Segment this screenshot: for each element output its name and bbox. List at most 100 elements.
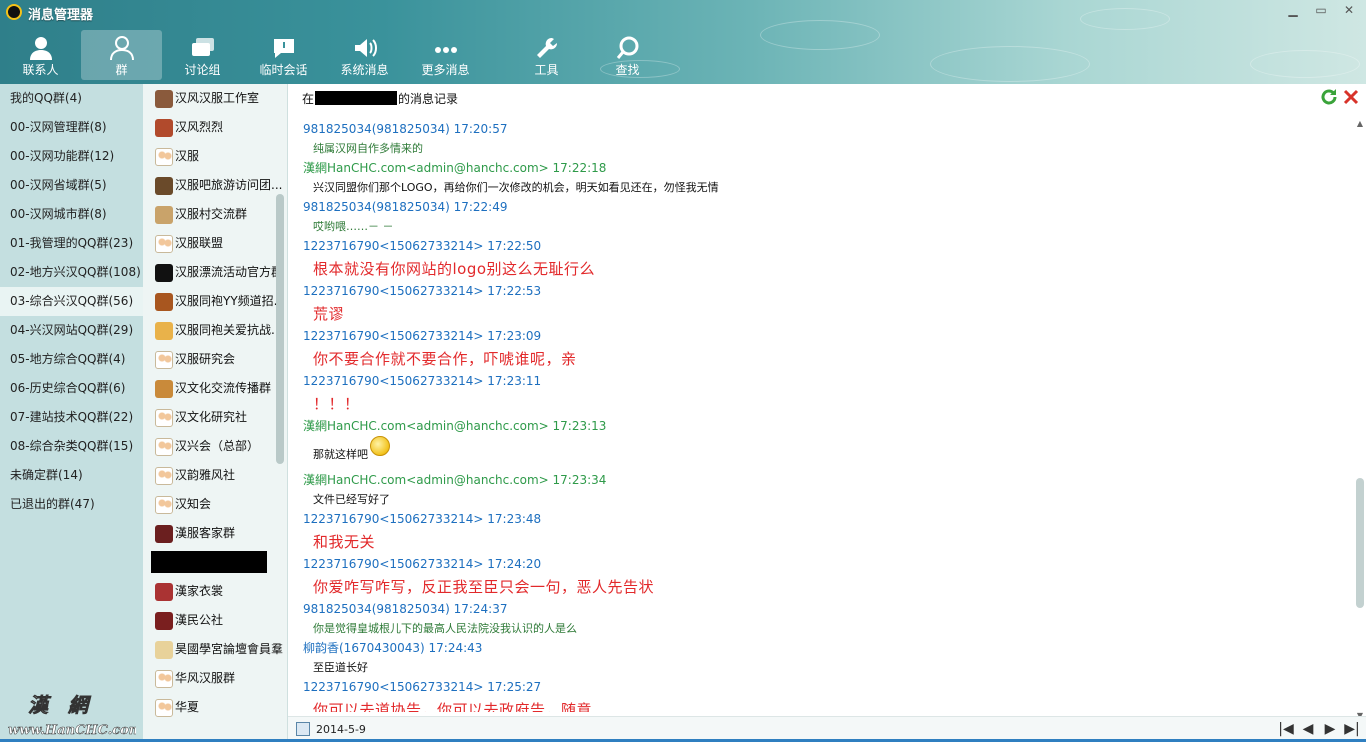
message-text: 兴汉同盟你们那个LOGO，再给你们一次修改的机会，明天如看见还在，勿怪我无情 [313, 181, 719, 194]
folder-item[interactable]: 04-兴汉网站QQ群(29) [0, 316, 143, 345]
history-date[interactable]: 2014-5-9 [316, 723, 366, 736]
group-avatar-icon [155, 438, 173, 456]
group-item[interactable]: 汉风烈烈 [143, 113, 287, 142]
message-body: 根本就没有你网站的logo别这么无耻行么 [303, 256, 1343, 282]
group-item[interactable]: 汉文化研究社 [143, 403, 287, 432]
first-page-button[interactable]: |◀ [1278, 719, 1294, 739]
group-item[interactable]: 汉服吧旅游访问团... [143, 171, 287, 200]
folder-item[interactable]: 01-我管理的QQ群(23) [0, 229, 143, 258]
folder-item[interactable]: 05-地方综合QQ群(4) [0, 345, 143, 374]
message-list: 981825034(981825034) 17:20:57 纯属汉网自作多情来的漢… [303, 120, 1343, 712]
close-history-icon[interactable] [1342, 88, 1360, 106]
group-list-scrollbar[interactable] [276, 194, 284, 464]
scroll-up-arrow-icon[interactable]: ▲ [1356, 120, 1364, 128]
group-avatar-icon [155, 496, 173, 514]
qq-penguin-icon [6, 4, 22, 20]
folder-list: 我的QQ群(4) 00-汉网管理群(8) 00-汉网功能群(12) 00-汉网省域群(… [0, 84, 143, 742]
group-name: 汉知会 [175, 497, 212, 511]
group-item[interactable]: 汉兴会（总部） [143, 432, 287, 461]
group-list: 汉风汉服工作室 汉风烈烈 汉服汉服吧旅游访问团... 汉服村交流群 汉服联盟 汉服漂流活动… [143, 84, 288, 742]
svg-text:漢 網: 漢 網 [28, 693, 92, 717]
message-text: 和我无关 [313, 533, 376, 551]
group-name: 华风汉服群 [175, 671, 236, 685]
group-name: 汉服同袍YY频道招... [175, 294, 286, 308]
system-message-icon [355, 39, 377, 57]
chat-scrollbar[interactable]: ▲ ▼ [1356, 120, 1364, 720]
group-item[interactable]: 汉文化交流传播群 [143, 374, 287, 403]
message-text: 纯属汉网自作多情来的 [313, 142, 423, 155]
redaction-bar [315, 91, 398, 105]
group-avatar-icon [155, 380, 173, 398]
group-avatar-icon [155, 583, 173, 601]
tab-contacts[interactable]: 联系人 [0, 30, 81, 80]
discussion-icon [192, 38, 214, 56]
scroll-thumb[interactable] [1356, 478, 1364, 608]
group-item[interactable]: 漢服客家群 [143, 519, 287, 548]
folder-item[interactable]: 我的QQ群(4) [0, 84, 143, 113]
group-name: 汉服吧旅游访问团... [175, 178, 283, 192]
message-header: 981825034(981825034) 17:24:37 [303, 602, 508, 616]
tab-temp-chat[interactable]: 临时会话 [243, 30, 324, 80]
tab-groups[interactable]: 群 [81, 30, 162, 80]
tab-discussion[interactable]: 讨论组 [162, 30, 243, 80]
folder-item[interactable]: 00-汉网城市群(8) [0, 200, 143, 229]
folder-item[interactable]: 06-历史综合QQ群(6) [0, 374, 143, 403]
calendar-icon[interactable] [296, 722, 310, 736]
tab-label: 系统消息 [340, 63, 389, 77]
group-item[interactable]: 汉服村交流群 [143, 200, 287, 229]
message-manager-window: 消息管理器 ▁ ▭ ✕ 联系人 群 讨论组 临时会话 系统消息 更多消息 工具 … [0, 0, 1366, 742]
temp-chat-icon [274, 39, 294, 58]
group-item[interactable]: 漢家衣裳 [143, 577, 287, 606]
tab-search[interactable]: 查找 [587, 30, 668, 80]
chat-history-title: 在的消息记录 [302, 91, 459, 106]
group-avatar-icon [155, 322, 173, 340]
group-avatar-icon [155, 293, 173, 311]
close-button[interactable]: ✕ [1338, 3, 1360, 19]
folder-item[interactable]: 已退出的群(47) [0, 490, 143, 519]
folder-item[interactable]: 00-汉网功能群(12) [0, 142, 143, 171]
redacted-group-item[interactable] [143, 548, 287, 577]
prev-page-button[interactable]: ◀ [1300, 719, 1316, 739]
folder-item[interactable]: 08-综合杂类QQ群(15) [0, 432, 143, 461]
group-item[interactable]: 汉服同袍YY频道招... [143, 287, 287, 316]
group-avatar-icon [155, 699, 173, 717]
message-text: ！！！ [313, 395, 360, 413]
next-page-button[interactable]: ▶ [1322, 719, 1338, 739]
group-item[interactable]: 汉服漂流活动官方群 [143, 258, 287, 287]
emoji-icon [370, 436, 390, 456]
group-item[interactable]: 汉风汉服工作室 [143, 84, 287, 113]
group-avatar-icon [155, 177, 173, 195]
tab-more-messages[interactable]: 更多消息 [405, 30, 486, 80]
folder-item[interactable]: 未确定群(14) [0, 461, 143, 490]
message-header: 1223716790<15062733214> 17:22:53 [303, 284, 542, 298]
group-item[interactable]: 华夏 [143, 693, 287, 722]
group-item[interactable]: 汉服联盟 [143, 229, 287, 258]
group-item[interactable]: 华风汉服群 [143, 664, 287, 693]
message-text: 根本就没有你网站的logo别这么无耻行么 [313, 260, 596, 278]
tab-tools[interactable]: 工具 [506, 30, 587, 80]
group-item[interactable]: 汉服同袍关爱抗战... [143, 316, 287, 345]
group-item[interactable]: 汉服 [143, 142, 287, 171]
folder-item[interactable]: 00-汉网省域群(5) [0, 171, 143, 200]
folder-item[interactable]: 00-汉网管理群(8) [0, 113, 143, 142]
tab-label: 更多消息 [421, 63, 470, 77]
group-item[interactable]: 漢民公社 [143, 606, 287, 635]
folder-item[interactable]: 03-综合兴汉QQ群(56) [0, 287, 143, 316]
group-name: 漢家衣裳 [175, 584, 224, 598]
last-page-button[interactable]: ▶| [1344, 719, 1360, 739]
tab-system-message[interactable]: 系统消息 [324, 30, 405, 80]
tab-label: 查找 [615, 63, 640, 77]
message-header: 1223716790<15062733214> 17:25:27 [303, 680, 542, 694]
folder-item[interactable]: 07-建站技术QQ群(22) [0, 403, 143, 432]
refresh-icon[interactable] [1320, 88, 1338, 106]
group-item[interactable]: 汉韵雅风社 [143, 461, 287, 490]
maximize-button[interactable]: ▭ [1310, 3, 1332, 19]
group-item[interactable]: 昊國學宮論壇會員羣 [143, 635, 287, 664]
message-text: 荒谬 [313, 305, 345, 323]
folder-item[interactable]: 02-地方兴汉QQ群(108) [0, 258, 143, 287]
message-body: 和我无关 [303, 529, 1343, 555]
group-item[interactable]: 汉服研究会 [143, 345, 287, 374]
message-body: 你不要合作就不要合作，吓唬谁呢，亲 [303, 346, 1343, 372]
group-item[interactable]: 汉知会 [143, 490, 287, 519]
minimize-button[interactable]: ▁ [1282, 3, 1304, 19]
